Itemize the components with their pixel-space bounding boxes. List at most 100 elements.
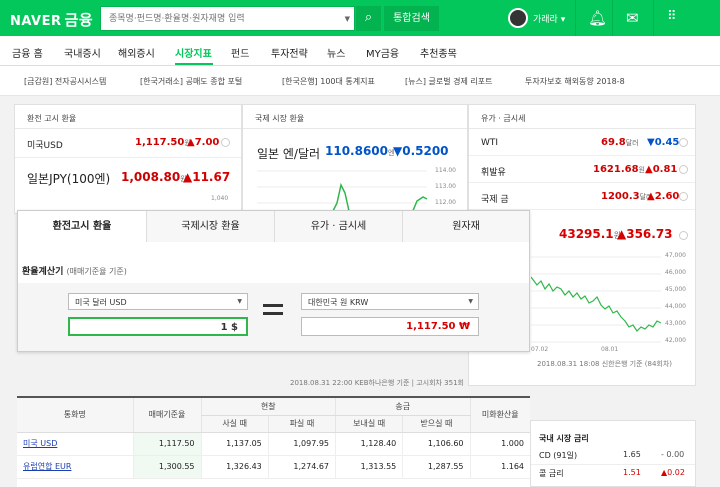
to-currency-select[interactable]: 대한민국 원 KRW ▼: [301, 293, 479, 310]
search-box: ▼: [100, 6, 355, 31]
nav-item-home[interactable]: 금융 홈: [12, 45, 43, 60]
news-link[interactable]: [금감원] 전자공시시스템: [24, 76, 106, 87]
chart-tick-label: 1,040: [211, 195, 229, 202]
news-link[interactable]: [한국은행] 100대 통계지표: [282, 76, 375, 87]
panel-title: 유가 · 금시세: [469, 105, 695, 129]
nav-item-domestic[interactable]: 국내증시: [64, 45, 101, 60]
news-link[interactable]: [한국거래소] 공매도 종합 포털: [140, 76, 242, 87]
chart-tick-label: 112.00: [435, 199, 456, 206]
top-bar: NAVER금융 ▼ ⌕ 통합검색 가래라 ▾ 🔔︎ ✉ ⠿: [0, 0, 720, 36]
tab-commodity[interactable]: 원자재: [402, 211, 529, 242]
col-header: 미화환산율: [469, 398, 530, 433]
fx-row-jpy[interactable]: 일본JPY(100엔) 1,008.80원 ▲11.67: [15, 160, 241, 194]
nav-item-recommend[interactable]: 추천종목: [420, 45, 457, 60]
rate-row-call[interactable]: 콜 금리 1.51 ▲0.02: [531, 465, 695, 483]
tab-intl-fx[interactable]: 국제시장 환율: [146, 211, 274, 242]
user-menu[interactable]: 가래라 ▾: [533, 12, 565, 25]
avatar[interactable]: [508, 8, 528, 28]
table-row[interactable]: 미국 USD 1,117.50 1,137.05 1,097.95 1,128.…: [17, 432, 530, 456]
col-header: 파실 때: [267, 415, 336, 433]
rates-title: 국내 시장 금리: [539, 434, 589, 443]
nav-item-strategy[interactable]: 투자전략: [271, 45, 308, 60]
news-ticker: [금감원] 전자공시시스템 [한국거래소] 공매도 종합 포털 [한국은행] 1…: [0, 66, 720, 96]
pair-change: ▼0.5200: [393, 144, 449, 158]
exchange-layer: 환전고시 환율 국제시장 환율 유가 · 금시세 원자재 환율계산기 (매매기준…: [17, 210, 530, 352]
chart-tick-label: 42,000: [665, 337, 686, 344]
rate-row-cd[interactable]: CD (91일) 1.65 - 0.00: [531, 447, 695, 465]
domestic-gold-value: 43295.1원: [559, 227, 622, 241]
calculator-title: 환율계산기 (매매기준율 기준): [22, 267, 127, 277]
col-header: 사실 때: [200, 415, 269, 433]
table-row[interactable]: 유럽연합 EUR 1,300.55 1,326.43 1,274.67 1,31…: [17, 455, 530, 479]
tab-oil-gold[interactable]: 유가 · 금시세: [274, 211, 402, 242]
equals-icon: [263, 304, 283, 320]
chevron-down-icon: ▼: [237, 298, 242, 305]
toggle-icon[interactable]: [679, 138, 688, 147]
search-dropdown-icon[interactable]: ▼: [345, 15, 350, 23]
active-tab-underline: [175, 63, 213, 65]
from-currency-select[interactable]: 미국 달러 USD ▼: [68, 293, 248, 310]
search-button[interactable]: ⌕: [356, 6, 381, 31]
gold-footnote: 2018.08.31 18:08 신한은행 기준 (84회차): [537, 360, 673, 368]
pair-value: 110.8600엔: [325, 144, 395, 158]
main-nav: 금융 홈 국내증시 해외증시 시장지표 펀드 투자전략 뉴스 MY금융 추천종목: [0, 36, 720, 66]
chart-tick-label: 08.01: [601, 346, 619, 353]
col-header: 매매기준율: [132, 398, 201, 433]
currency-link[interactable]: 미국 USD: [23, 439, 57, 448]
col-header: 받으실 때: [402, 415, 470, 433]
calculator-area: 미국 달러 USD ▼ 1 $ 대한민국 원 KRW ▼ 1,117.50 ₩: [18, 283, 529, 351]
pair-name[interactable]: 일본 엔/달러: [257, 145, 320, 162]
chart-tick-label: 45,000: [665, 286, 686, 293]
rates-panel: 국내 시장 금리 CD (91일) 1.65 - 0.00 콜 금리 1.51 …: [530, 420, 696, 487]
currency-link[interactable]: 유럽연합 EUR: [23, 462, 71, 471]
oil-row-wti[interactable]: WTI 69.8달러 ▼0.45: [469, 130, 695, 156]
nav-item-news[interactable]: 뉴스: [327, 45, 345, 60]
chart-tick-label: 46,000: [665, 269, 686, 276]
chart-tick-label: 114.00: [435, 167, 456, 174]
intl-mini-chart: [257, 170, 428, 213]
from-amount-input[interactable]: 1 $: [68, 317, 248, 336]
chart-tick-label: 43,000: [665, 320, 686, 327]
toggle-icon[interactable]: [221, 138, 230, 147]
oil-row-gold[interactable]: 국제 금 1200.3달러 ▲2.60: [469, 184, 695, 210]
nav-item-my[interactable]: MY금융: [366, 45, 399, 60]
news-link[interactable]: 투자자보호 해외동향 2018-8: [525, 76, 625, 87]
col-header: 송금: [335, 398, 470, 416]
oil-row-gasoline[interactable]: 휘발유 1621.68원 ▲0.81: [469, 157, 695, 183]
search-input[interactable]: [101, 7, 337, 30]
toggle-icon[interactable]: [679, 231, 688, 240]
toggle-icon[interactable]: [679, 192, 688, 201]
domestic-gold-change: ▲356.73: [617, 227, 673, 241]
col-header: 보내실 때: [334, 415, 403, 433]
search-icon: ⌕: [364, 10, 373, 25]
chart-tick-label: 07.02: [531, 346, 549, 353]
nav-item-overseas[interactable]: 해외증시: [118, 45, 155, 60]
divider: [575, 0, 576, 36]
col-header: 통화명: [17, 398, 133, 433]
naver-finance-logo[interactable]: NAVER 금융: [10, 9, 93, 30]
divider: [653, 0, 654, 36]
news-link[interactable]: [뉴스] 글로벌 경제 리포트: [405, 76, 492, 87]
mail-icon[interactable]: ✉: [626, 9, 639, 27]
notice-meta: 2018.08.31 22:00 KEB하나은행 기준 | 고시회차 351회: [290, 379, 464, 387]
tab-fx-notice[interactable]: 환전고시 환율: [18, 211, 146, 242]
chart-tick-label: 113.00: [435, 183, 456, 190]
chart-tick-label: 47,000: [665, 252, 686, 259]
total-search-button[interactable]: 통합검색: [384, 6, 439, 31]
fx-panel: 환전 고시 환율 미국USD 1,117.50원 ▲7.00 일본JPY(100…: [14, 104, 242, 214]
chevron-down-icon: ▼: [468, 298, 473, 305]
grid-icon[interactable]: ⠿: [667, 9, 678, 24]
layer-tabs: 환전고시 환율 국제시장 환율 유가 · 금시세 원자재: [18, 211, 529, 242]
gold-chart: [531, 256, 661, 343]
bell-icon[interactable]: 🔔︎: [588, 9, 607, 27]
chart-tick-label: 44,000: [665, 303, 686, 310]
fx-row-usd[interactable]: 미국USD 1,117.50원 ▲7.00: [15, 130, 241, 158]
panel-title: 환전 고시 환율: [15, 105, 241, 129]
panel-title: 국제 시장 환율: [243, 105, 467, 129]
col-header: 현찰: [200, 398, 336, 416]
nav-item-fund[interactable]: 펀드: [231, 45, 249, 60]
to-amount-input[interactable]: 1,117.50 ₩: [301, 317, 479, 336]
nav-item-market-index[interactable]: 시장지표: [175, 45, 212, 60]
intl-fx-panel: 국제 시장 환율 일본 엔/달러 110.8600엔 ▼0.5200 114.0…: [242, 104, 468, 214]
toggle-icon[interactable]: [679, 165, 688, 174]
